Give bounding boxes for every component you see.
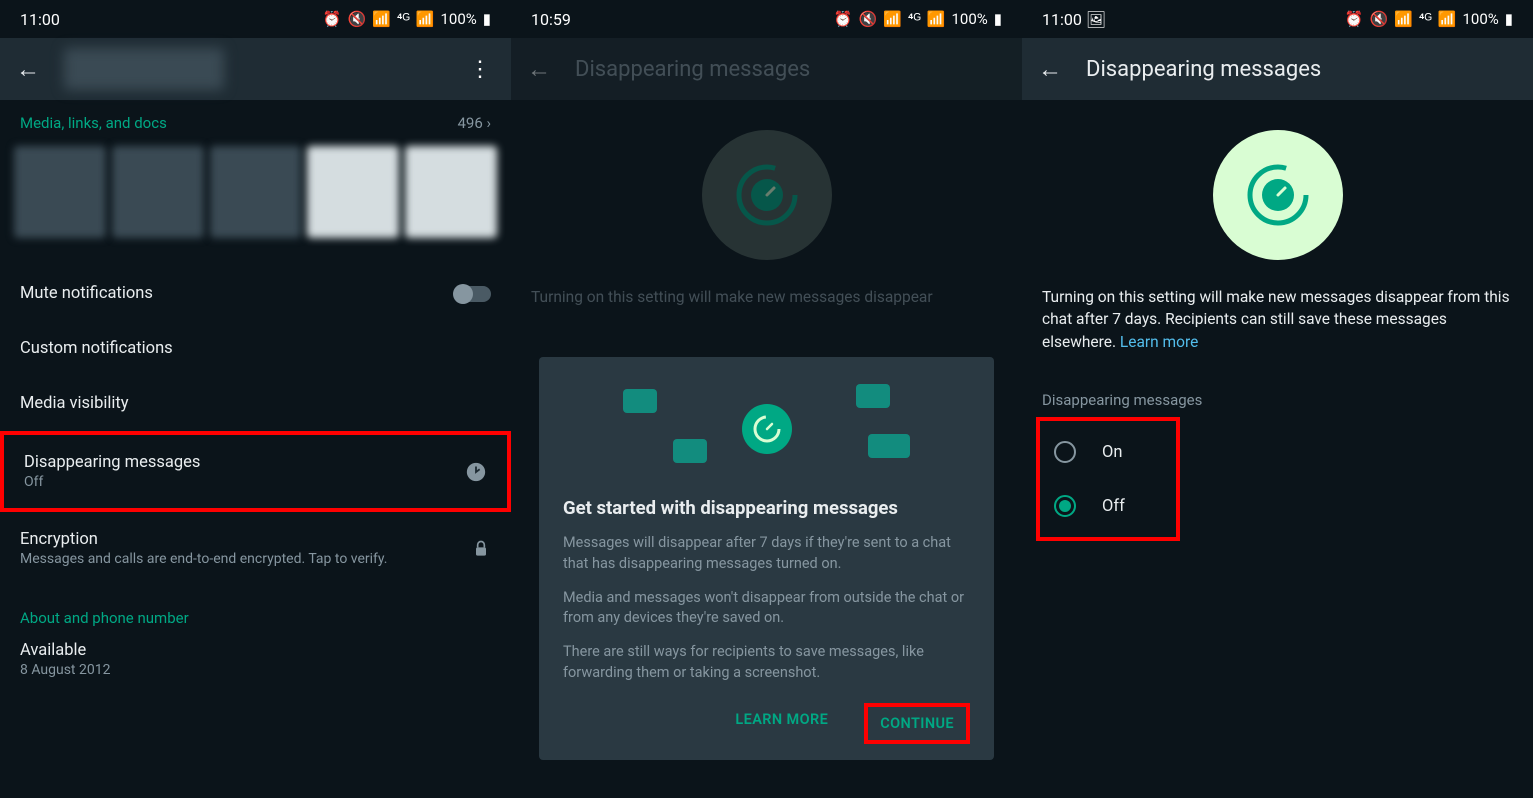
media-thumbnails[interactable] (0, 146, 511, 256)
custom-label: Custom notifications (20, 339, 173, 358)
timer-icon (1245, 162, 1311, 228)
custom-notifications-row[interactable]: Custom notifications (0, 321, 511, 376)
lock-icon (471, 539, 491, 559)
modal-p1: Messages will disappear after 7 days if … (563, 533, 970, 574)
signal-icon: 📶 (1438, 10, 1457, 28)
learn-more-link[interactable]: Learn more (1120, 333, 1198, 351)
back-icon[interactable]: ← (527, 55, 551, 84)
media-label: Media, links, and docs (20, 114, 167, 132)
media-thumb[interactable] (112, 146, 204, 238)
phone-screen-1: 11:00 ⏰ 🔇 📶 ⁴ᴳ 📶 100% ▮ ← ⋮ Media, links… (0, 0, 511, 798)
status-icons: ⏰ 🔇 📶 ⁴ᴳ 📶 100% ▮ (323, 10, 491, 28)
mute-label: Mute notifications (20, 284, 153, 303)
status-text: Available (20, 641, 491, 660)
highlight-radio-group: On Off (1036, 417, 1180, 541)
phone-screen-2: 10:59 ⏰ 🔇 📶 ⁴ᴳ 📶 100% ▮ ← Disappearing m… (511, 0, 1022, 798)
app-header: ← Disappearing messages (511, 38, 1022, 100)
disappear-label: Disappearing messages (24, 453, 200, 472)
about-heading: About and phone number (0, 595, 511, 641)
app-header: ← Disappearing messages (1022, 38, 1533, 100)
network-icon: ⁴ᴳ (908, 10, 921, 28)
status-icons: ⏰ 🔇 📶 ⁴ᴳ 📶 100% ▮ (834, 10, 1002, 28)
media-thumb[interactable] (14, 146, 106, 238)
alarm-icon: ⏰ (834, 10, 853, 28)
network-icon: ⁴ᴳ (1419, 10, 1432, 28)
section-heading: Disappearing messages (1022, 377, 1533, 417)
signal-icon: 📶 (416, 10, 435, 28)
timer-icon (465, 461, 487, 483)
wifi-icon: 📶 (1394, 10, 1413, 28)
modal-illustration (563, 379, 970, 479)
battery-icon: ▮ (483, 10, 491, 28)
wifi-icon: 📶 (372, 10, 391, 28)
status-date: 8 August 2012 (20, 662, 491, 678)
battery-icon: ▮ (1505, 10, 1513, 28)
modal-p3: There are still ways for recipients to s… (563, 642, 970, 683)
timer-illustration (702, 130, 832, 260)
timer-illustration (1213, 130, 1343, 260)
radio-on-row[interactable]: On (1048, 425, 1168, 479)
intro-modal: Get started with disappearing messages M… (539, 357, 994, 760)
mute-icon: 🔇 (1369, 10, 1388, 28)
status-bar: 11:00 🖼 ⏰ 🔇 📶 ⁴ᴳ 📶 100% ▮ (1022, 0, 1533, 38)
media-thumb[interactable] (210, 146, 302, 238)
media-thumb[interactable] (405, 146, 497, 238)
disappear-value: Off (24, 474, 200, 490)
battery-text: 100% (951, 10, 987, 28)
radio-off-label: Off (1102, 497, 1125, 516)
media-visibility-row[interactable]: Media visibility (0, 376, 511, 431)
alarm-icon: ⏰ (1345, 10, 1364, 28)
visibility-label: Media visibility (20, 394, 129, 413)
page-title: Disappearing messages (575, 57, 1006, 82)
mute-notifications-row[interactable]: Mute notifications (0, 266, 511, 321)
encryption-sub: Messages and calls are end-to-end encryp… (20, 551, 388, 567)
timer-icon (742, 404, 792, 454)
encryption-row[interactable]: Encryption Messages and calls are end-to… (0, 512, 511, 585)
modal-actions: LEARN MORE CONTINUE (563, 697, 970, 744)
learn-more-button[interactable]: LEARN MORE (725, 703, 838, 744)
encryption-label: Encryption (20, 530, 388, 549)
status-icons: ⏰ 🔇 📶 ⁴ᴳ 📶 100% ▮ (1345, 10, 1513, 28)
back-icon[interactable]: ← (1038, 55, 1062, 84)
modal-p2: Media and messages won't disappear from … (563, 588, 970, 629)
clock: 11:00 🖼 (1042, 10, 1106, 29)
clock: 10:59 (531, 10, 571, 29)
status-bar: 11:00 ⏰ 🔇 📶 ⁴ᴳ 📶 100% ▮ (0, 0, 511, 38)
mute-icon: 🔇 (347, 10, 366, 28)
more-menu-icon[interactable]: ⋮ (469, 57, 495, 82)
radio-off-row[interactable]: Off (1048, 479, 1168, 533)
radio-off[interactable] (1054, 495, 1076, 517)
app-header: ← ⋮ (0, 38, 511, 100)
mute-icon: 🔇 (858, 10, 877, 28)
radio-on-label: On (1102, 443, 1122, 462)
highlight-disappearing: Disappearing messages Off (0, 431, 511, 512)
page-title: Disappearing messages (1086, 57, 1517, 82)
modal-title: Get started with disappearing messages (563, 497, 970, 519)
network-icon: ⁴ᴳ (397, 10, 410, 28)
alarm-icon: ⏰ (323, 10, 342, 28)
status-bar: 10:59 ⏰ 🔇 📶 ⁴ᴳ 📶 100% ▮ (511, 0, 1022, 38)
battery-text: 100% (1462, 10, 1498, 28)
media-count: 496 › (457, 114, 491, 132)
mute-toggle[interactable] (455, 286, 491, 302)
battery-text: 100% (440, 10, 476, 28)
radio-on[interactable] (1054, 441, 1076, 463)
media-thumb[interactable] (307, 146, 399, 238)
description: Turning on this setting will make new me… (1022, 286, 1533, 353)
disappearing-messages-row[interactable]: Disappearing messages Off (4, 435, 507, 508)
back-icon[interactable]: ← (16, 55, 40, 84)
contact-name-blurred (64, 48, 224, 90)
phone-screen-3: 11:00 🖼 ⏰ 🔇 📶 ⁴ᴳ 📶 100% ▮ ← Disappearing… (1022, 0, 1533, 798)
signal-icon: 📶 (927, 10, 946, 28)
media-links-docs-row[interactable]: Media, links, and docs 496 › (0, 100, 511, 146)
continue-button[interactable]: CONTINUE (864, 703, 970, 744)
description: Turning on this setting will make new me… (511, 286, 1022, 308)
battery-icon: ▮ (994, 10, 1002, 28)
timer-icon (734, 162, 800, 228)
wifi-icon: 📶 (883, 10, 902, 28)
clock: 11:00 (20, 10, 60, 29)
